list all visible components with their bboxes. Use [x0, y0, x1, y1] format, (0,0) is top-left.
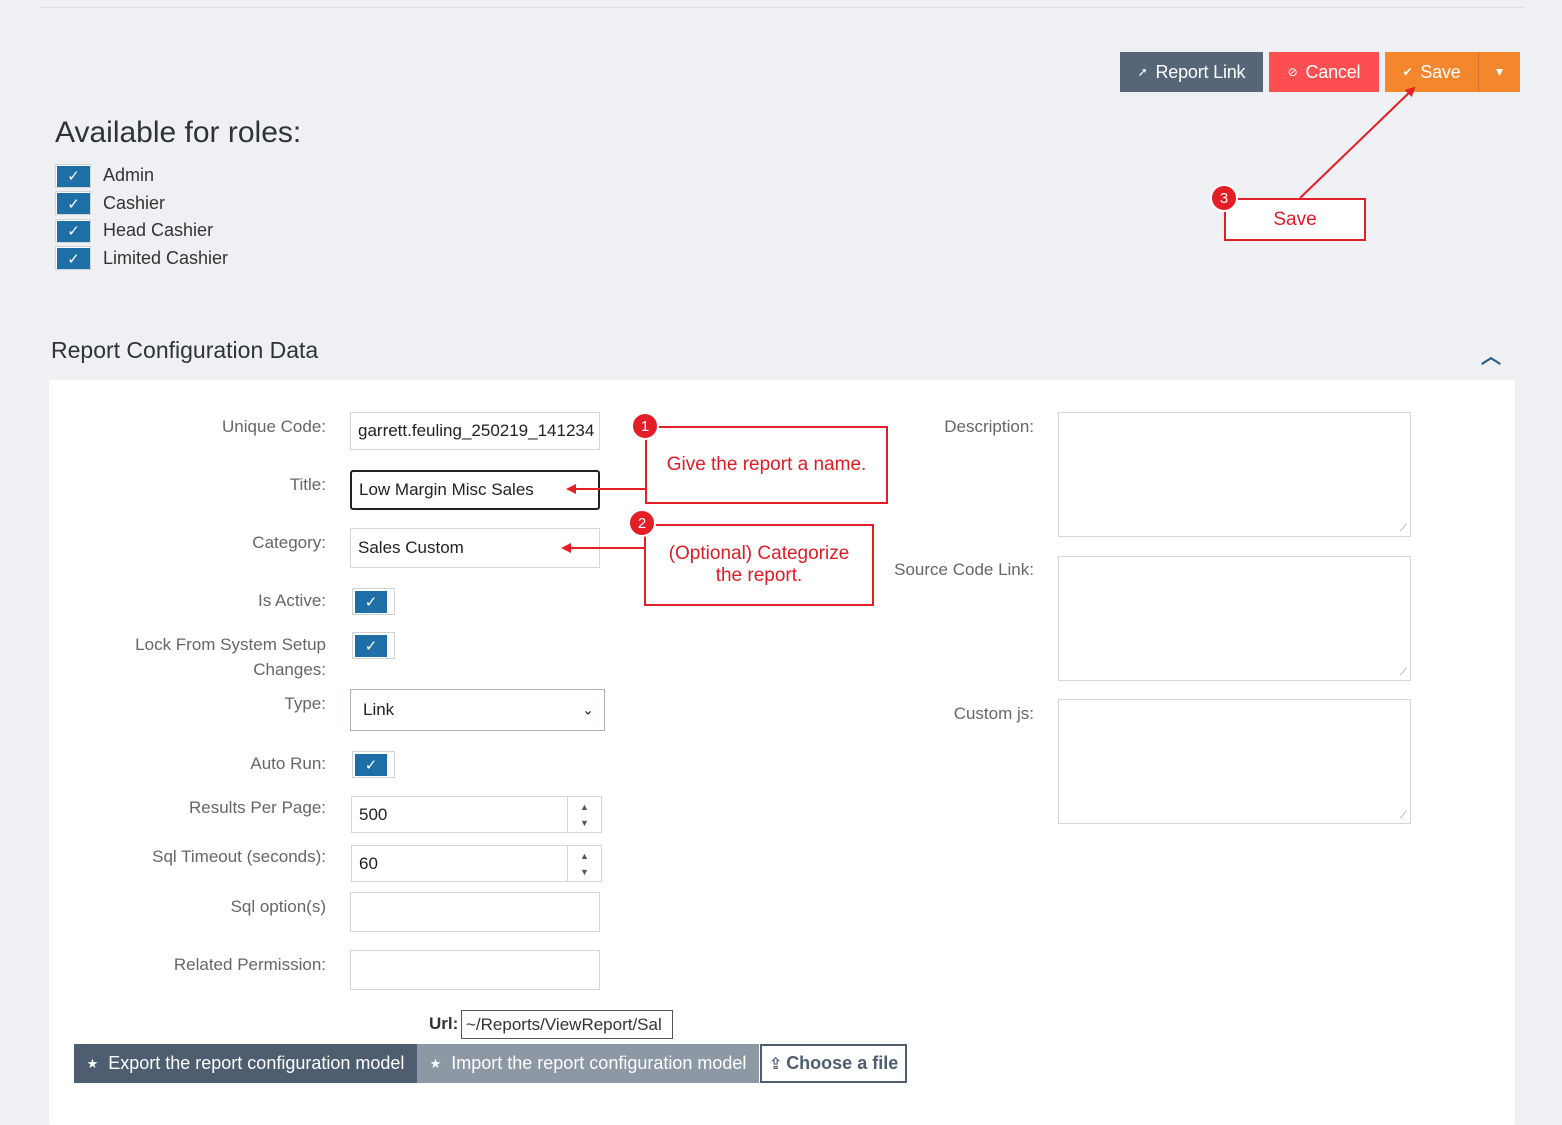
cancel-button[interactable]: ⊘ Cancel	[1269, 52, 1379, 92]
report-link-button[interactable]: ➚ Report Link	[1120, 52, 1263, 92]
cancel-label: Cancel	[1305, 61, 1361, 82]
role-checkbox-cashier[interactable]: ✓	[55, 191, 91, 216]
url-input[interactable]: ~/Reports/ViewReport/Sal	[461, 1010, 673, 1039]
source-code-link-label: Source Code Link:	[894, 560, 1034, 579]
sql-timeout-label: Sql Timeout (seconds):	[152, 847, 326, 866]
resize-grip-icon[interactable]: ⟋	[1400, 667, 1407, 678]
toolbar: ➚ Report Link ⊘ Cancel ✔ Save ▼	[1120, 52, 1520, 92]
number-spinner[interactable]: ▲ ▼	[567, 846, 601, 881]
check-icon: ✓	[57, 193, 90, 215]
annotation-badge-1: 1	[631, 412, 659, 440]
external-link-icon: ➚	[1137, 65, 1148, 79]
chevron-up-icon[interactable]: ︿	[1481, 340, 1501, 369]
star-icon: ★	[86, 1055, 99, 1071]
unique-code-input[interactable]: garrett.feuling_250219_141234	[350, 412, 600, 450]
role-label: Admin	[103, 165, 155, 186]
number-spinner[interactable]: ▲ ▼	[567, 797, 601, 832]
chevron-down-icon: ⌄	[582, 701, 594, 718]
check-icon: ✓	[355, 591, 387, 613]
role-checkbox-limited-cashier[interactable]: ✓	[55, 246, 91, 271]
type-select[interactable]: Link ⌄	[350, 689, 605, 731]
role-checkbox-admin[interactable]: ✓	[55, 163, 91, 188]
results-per-page-input[interactable]: 500 ▲ ▼	[351, 796, 602, 833]
auto-run-label: Auto Run:	[250, 754, 326, 773]
save-options-dropdown-button[interactable]: ▼	[1479, 52, 1520, 92]
import-label: Import the report configuration model	[451, 1053, 747, 1073]
ban-icon: ⊘	[1287, 65, 1298, 79]
report-link-label: Report Link	[1155, 61, 1246, 82]
annotation-text-2-line1: (Optional) Categorize	[668, 543, 850, 564]
sql-options-input[interactable]	[350, 892, 600, 932]
lock-from-setup-label-line1: Lock From System Setup	[135, 635, 326, 654]
type-select-value: Link	[363, 700, 395, 719]
roles-list: ✓ Admin ✓ Cashier ✓ Head Cashier ✓ Limit…	[55, 162, 228, 272]
choose-file-button[interactable]: ⇪ Choose a file	[760, 1044, 907, 1083]
sql-timeout-value: 60	[359, 853, 378, 873]
star-icon: ★	[429, 1055, 442, 1071]
annotation-badge-3: 3	[1210, 184, 1238, 212]
checkmark-icon: ✔	[1402, 65, 1413, 79]
auto-run-checkbox[interactable]: ✓	[352, 751, 395, 778]
check-icon: ✓	[57, 220, 90, 242]
url-label: Url:	[429, 1014, 459, 1033]
role-item-admin: ✓ Admin	[55, 162, 228, 190]
choose-label: Choose a file	[786, 1053, 899, 1073]
save-button[interactable]: ✔ Save	[1385, 52, 1479, 92]
sql-options-label: Sql option(s)	[230, 897, 326, 916]
title-label: Title:	[289, 475, 326, 494]
lock-from-setup-label-line2: Changes:	[253, 660, 326, 679]
annotation-callout-3: Save	[1224, 198, 1366, 241]
arrow-to-save	[1299, 86, 1416, 199]
resize-grip-icon[interactable]: ⟋	[1400, 810, 1407, 821]
is-active-label: Is Active:	[257, 591, 326, 610]
sql-timeout-input[interactable]: 60 ▲ ▼	[351, 845, 602, 882]
annotation-callout-2: (Optional) Categorize the report.	[644, 524, 874, 606]
role-checkbox-head-cashier[interactable]: ✓	[55, 218, 91, 243]
role-label: Cashier	[103, 192, 166, 213]
spin-up-icon[interactable]: ▲	[580, 848, 589, 864]
save-label: Save	[1420, 61, 1461, 82]
custom-js-label: Custom js:	[953, 704, 1034, 723]
import-config-button[interactable]: ★ Import the report configuration model	[417, 1044, 759, 1083]
category-input[interactable]: Sales Custom	[350, 528, 600, 568]
annotation-text-1: Give the report a name.	[666, 454, 867, 475]
export-label: Export the report configuration model	[108, 1053, 405, 1073]
type-label: Type:	[284, 694, 326, 713]
lock-from-setup-checkbox[interactable]: ✓	[352, 632, 395, 659]
upload-icon: ⇪	[768, 1055, 783, 1073]
roles-heading: Available for roles:	[55, 116, 302, 149]
results-per-page-value: 500	[359, 804, 388, 824]
related-permission-label: Related Permission:	[173, 955, 326, 974]
custom-js-textarea[interactable]: ⟋	[1058, 699, 1411, 824]
spin-down-icon[interactable]: ▼	[580, 815, 589, 831]
source-code-link-textarea[interactable]: ⟋	[1058, 556, 1411, 681]
category-label: Category:	[252, 533, 326, 552]
role-label: Head Cashier	[103, 220, 214, 241]
top-divider	[40, 7, 1524, 8]
check-icon: ✓	[57, 165, 90, 187]
export-config-button[interactable]: ★ Export the report configuration model	[74, 1044, 417, 1083]
is-active-checkbox[interactable]: ✓	[352, 588, 395, 615]
role-item-limited-cashier: ✓ Limited Cashier	[55, 245, 228, 273]
description-textarea[interactable]: ⟋	[1058, 412, 1411, 537]
resize-grip-icon[interactable]: ⟋	[1400, 523, 1407, 534]
annotation-callout-1: Give the report a name.	[645, 426, 888, 504]
title-input[interactable]: Low Margin Misc Sales	[350, 470, 600, 510]
spin-down-icon[interactable]: ▼	[580, 864, 589, 880]
section-title: Report Configuration Data	[51, 337, 319, 363]
spin-up-icon[interactable]: ▲	[580, 799, 589, 815]
related-permission-input[interactable]	[350, 950, 600, 990]
check-icon: ✓	[355, 635, 387, 657]
check-icon: ✓	[57, 248, 90, 270]
annotation-text-2-line2: the report.	[715, 565, 803, 586]
results-per-page-label: Results Per Page:	[188, 798, 326, 817]
check-icon: ✓	[355, 754, 387, 776]
caret-down-icon: ▼	[1493, 65, 1506, 79]
role-item-cashier: ✓ Cashier	[55, 190, 228, 218]
unique-code-label: Unique Code:	[222, 417, 326, 436]
role-item-head-cashier: ✓ Head Cashier	[55, 217, 228, 245]
role-label: Limited Cashier	[103, 247, 229, 268]
annotation-badge-2: 2	[628, 509, 656, 537]
annotation-text-3: Save	[1273, 208, 1317, 230]
